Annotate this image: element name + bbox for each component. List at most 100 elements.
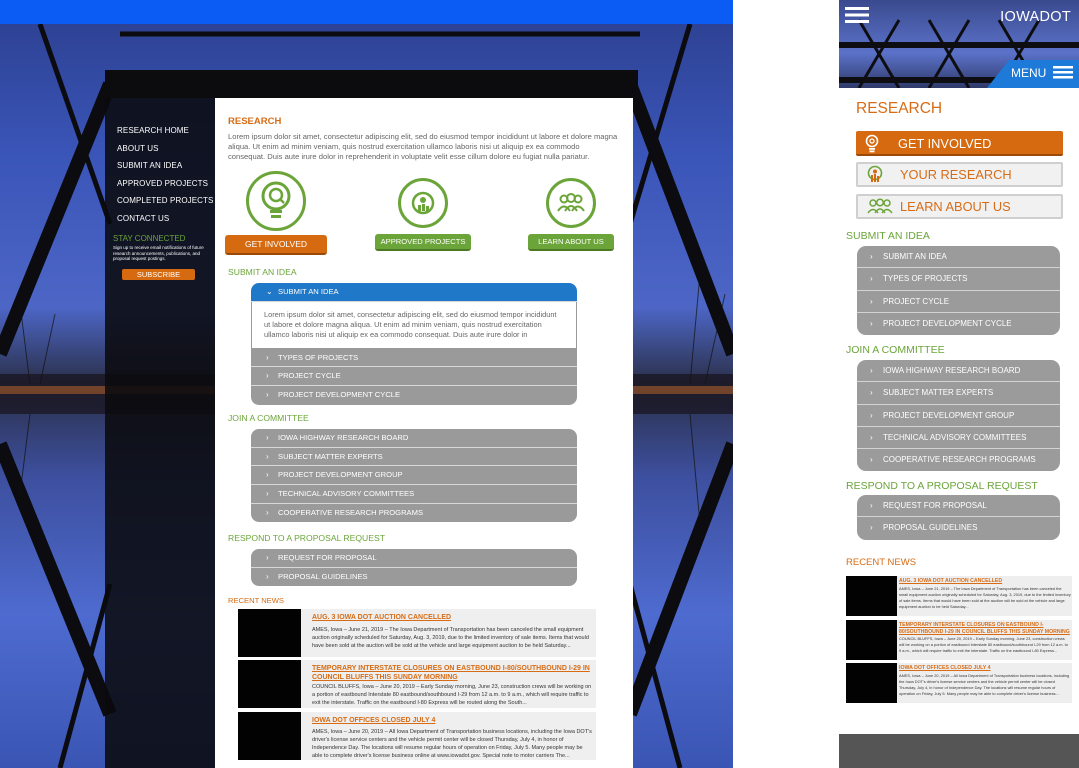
- accordion-proposal-guidelines[interactable]: › PROPOSAL GUIDELINES: [251, 567, 577, 587]
- chevron-right-icon: ›: [266, 489, 269, 499]
- chevron-right-icon: ›: [266, 553, 269, 562]
- mobile-submit-idea-accordion: › SUBMIT AN IDEA › TYPES OF PROJECTS › PROJ…: [857, 246, 1060, 336]
- news-summary: COUNCIL BLUFFS, Iowa – June 20, 2019 – E…: [312, 684, 592, 706]
- accordion-submit-an-idea[interactable]: › SUBMIT AN IDEA: [857, 246, 1060, 269]
- chevron-right-icon: ›: [870, 455, 873, 465]
- chevron-right-icon: ›: [870, 410, 873, 420]
- chevron-right-icon: ›: [870, 252, 873, 261]
- main-content: RESEARCH Lorem ipsum dolor sit amet, con…: [215, 98, 633, 768]
- proposal-accordion: › REQUEST FOR PROPOSAL › PROPOSAL GUIDELIN…: [251, 549, 577, 587]
- chevron-right-icon: ›: [266, 390, 269, 400]
- nav-contact-us[interactable]: CONTACT US: [117, 210, 213, 228]
- accordion-project-cycle[interactable]: › PROJECT CYCLE: [251, 367, 577, 387]
- news-summary: AMES, Iowa – June 21, 2019 – The Iowa De…: [899, 586, 1071, 609]
- news-thumbnail: [846, 576, 897, 616]
- mobile-committee-accordion: › IOWA HIGHWAY RESEARCH BOARD › SUBJECT MA…: [857, 360, 1060, 472]
- mobile-get-involved-button[interactable]: GET INVOLVED: [856, 131, 1063, 156]
- news-title-link[interactable]: IOWA DOT OFFICES CLOSED JULY 4: [899, 665, 1072, 672]
- subscribe-button[interactable]: SUBSCRIBE: [122, 269, 195, 280]
- accordion-technical-advisory-committees[interactable]: › TECHNICAL ADVISORY COMMITTEES: [251, 485, 577, 504]
- news-item: IOWA DOT OFFICES CLOSED JULY 4 AMES, Iow…: [846, 663, 1072, 703]
- nav-completed-projects[interactable]: COMPLETED PROJECTS: [117, 192, 213, 210]
- accordion-request-for-proposal[interactable]: › REQUEST FOR PROPOSAL: [251, 549, 577, 568]
- approved-projects-block: APPROVED PROJECTS: [375, 178, 471, 251]
- mobile-mockup: IOWADOT MENU RESEARCH GET INVOLVED YOUR …: [839, 0, 1079, 768]
- news-title-link[interactable]: TEMPORARY INTERSTATE CLOSURES ON EASTBOU…: [899, 622, 1072, 635]
- accordion-types-of-projects[interactable]: › TYPES OF PROJECTS: [251, 348, 577, 368]
- news-title-link[interactable]: AUG. 3 IOWA DOT AUCTION CANCELLED: [899, 578, 1072, 585]
- menu-icon: [1052, 66, 1073, 79]
- accordion-technical-advisory-committees[interactable]: › TECHNICAL ADVISORY COMMITTEES: [857, 426, 1060, 450]
- project-icon: [398, 178, 448, 228]
- mobile-submit-idea-heading: SUBMIT AN IDEA: [846, 230, 930, 242]
- accordion-project-development-group[interactable]: › PROJECT DEVELOPMENT GROUP: [857, 404, 1060, 427]
- news-thumbnail: [238, 660, 301, 708]
- lightbulb-icon: [246, 171, 306, 231]
- chevron-right-icon: ›: [870, 432, 873, 442]
- accordion-project-development-cycle[interactable]: › PROJECT DEVELOPMENT CYCLE: [251, 386, 577, 405]
- sidebar-nav: RESEARCH HOME ABOUT US SUBMIT AN IDEA AP…: [117, 122, 213, 227]
- news-thumbnail: [846, 663, 897, 703]
- mobile-news-heading: RECENT NEWS: [846, 557, 917, 568]
- chevron-right-icon: ›: [870, 296, 873, 306]
- news-item: AUG. 3 IOWA DOT AUCTION CANCELLED AMES, …: [238, 609, 596, 657]
- sidebar: RESEARCH HOME ABOUT US SUBMIT AN IDEA AP…: [105, 70, 638, 768]
- chevron-right-icon: ›: [266, 352, 269, 362]
- accordion-subject-matter-experts[interactable]: › SUBJECT MATTER EXPERTS: [251, 447, 577, 467]
- accordion-project-cycle[interactable]: › PROJECT CYCLE: [857, 290, 1060, 313]
- menu-button[interactable]: MENU: [1011, 66, 1073, 80]
- accordion-subject-matter-experts[interactable]: › SUBJECT MATTER EXPERTS: [857, 382, 1060, 405]
- nav-approved-projects[interactable]: APPROVED PROJECTS: [117, 175, 213, 193]
- accordion-types-of-projects[interactable]: › TYPES OF PROJECTS: [857, 268, 1060, 291]
- accordion-iowa-highway-research-board[interactable]: › IOWA HIGHWAY RESEARCH BOARD: [251, 429, 577, 448]
- nav-submit-an-idea[interactable]: SUBMIT AN IDEA: [117, 157, 213, 175]
- brand-logo[interactable]: IOWADOT: [1000, 9, 1071, 25]
- accordion-submit-an-idea[interactable]: ⌄ SUBMIT AN IDEA: [251, 283, 577, 302]
- nav-research-home[interactable]: RESEARCH HOME: [117, 122, 213, 140]
- committee-heading: JOIN A COMMITTEE: [228, 413, 309, 423]
- approved-projects-button[interactable]: APPROVED PROJECTS: [375, 234, 471, 251]
- research-icon: [867, 165, 883, 182]
- accordion-request-for-proposal[interactable]: › REQUEST FOR PROPOSAL: [857, 495, 1060, 518]
- news-title-link[interactable]: TEMPORARY INTERSTATE CLOSURES ON EASTBOU…: [312, 665, 592, 682]
- accordion-cooperative-research-programs[interactable]: › COOPERATIVE RESEARCH PROGRAMS: [857, 449, 1060, 472]
- chevron-right-icon: ›: [266, 470, 269, 480]
- intro-text: Lorem ipsum dolor sit amet, consectetur …: [228, 132, 618, 161]
- accordion-project-development-cycle[interactable]: › PROJECT DEVELOPMENT CYCLE: [857, 312, 1060, 336]
- news-title-link[interactable]: IOWA DOT OFFICES CLOSED JULY 4: [312, 717, 592, 726]
- mobile-hero: IOWADOT MENU: [839, 0, 1079, 88]
- mobile-learn-about-us-button[interactable]: LEARN ABOUT US: [856, 194, 1063, 219]
- mobile-proposal-accordion: › REQUEST FOR PROPOSAL › PROPOSAL GUIDELIN…: [857, 495, 1060, 540]
- accordion-cooperative-research-programs[interactable]: › COOPERATIVE RESEARCH PROGRAMS: [251, 503, 577, 523]
- people-group-icon: [546, 178, 596, 228]
- news-thumbnail: [238, 609, 301, 657]
- mobile-your-research-button[interactable]: YOUR RESEARCH: [856, 162, 1063, 187]
- learn-about-us-block: LEARN ABOUT US: [528, 178, 614, 251]
- get-involved-button[interactable]: GET INVOLVED: [225, 235, 327, 255]
- hamburger-icon[interactable]: [845, 6, 869, 29]
- accordion-project-development-group[interactable]: › PROJECT DEVELOPMENT GROUP: [251, 466, 577, 486]
- accordion-iowa-highway-research-board[interactable]: › IOWA HIGHWAY RESEARCH BOARD: [857, 360, 1060, 383]
- news-thumbnail: [238, 712, 301, 760]
- desktop-mockup: RESEARCH HOME ABOUT US SUBMIT AN IDEA AP…: [0, 0, 733, 768]
- news-summary: AMES, Iowa – June 20, 2019 – All Iowa De…: [899, 673, 1070, 696]
- news-item: AUG. 3 IOWA DOT AUCTION CANCELLED AMES, …: [846, 576, 1072, 616]
- submit-idea-accordion: ⌄ SUBMIT AN IDEA Lorem ipsum dolor sit am…: [251, 283, 577, 405]
- chevron-right-icon: ›: [266, 433, 269, 442]
- chevron-right-icon: ›: [870, 366, 873, 375]
- mobile-page-title: RESEARCH: [856, 100, 943, 117]
- header-band: [105, 70, 638, 98]
- accordion-proposal-guidelines[interactable]: › PROPOSAL GUIDELINES: [857, 517, 1060, 540]
- news-item: TEMPORARY INTERSTATE CLOSURES ON EASTBOU…: [238, 660, 596, 708]
- stay-connected-description: Sign up to receive email notifications o…: [113, 245, 204, 261]
- news-item: IOWA DOT OFFICES CLOSED JULY 4 AMES, Iow…: [238, 712, 596, 760]
- news-summary: COUNCIL BLUFFS, Iowa – June 20, 2019 – E…: [899, 636, 1068, 653]
- nav-about-us[interactable]: ABOUT US: [117, 140, 213, 158]
- proposal-heading: RESPOND TO A PROPOSAL REQUEST: [228, 533, 385, 543]
- learn-about-us-button[interactable]: LEARN ABOUT US: [528, 234, 614, 251]
- mobile-committee-heading: JOIN A COMMITTEE: [846, 344, 945, 356]
- chevron-right-icon: ›: [870, 501, 873, 510]
- news-item: TEMPORARY INTERSTATE CLOSURES ON EASTBOU…: [846, 620, 1072, 660]
- chevron-right-icon: ›: [266, 571, 269, 581]
- news-title-link[interactable]: AUG. 3 IOWA DOT AUCTION CANCELLED: [312, 614, 592, 623]
